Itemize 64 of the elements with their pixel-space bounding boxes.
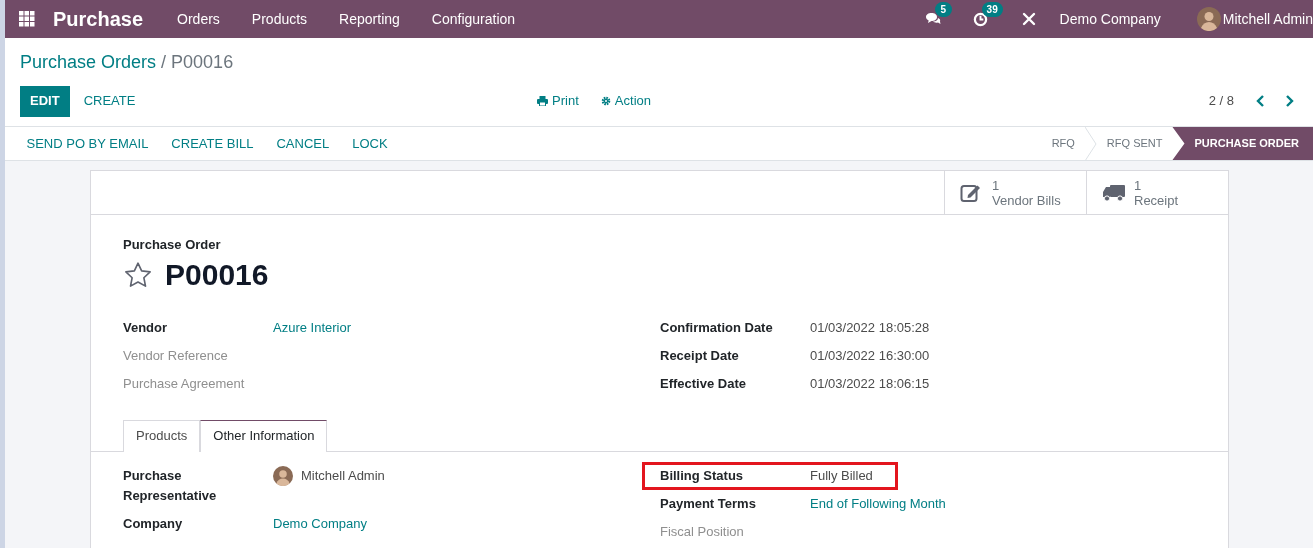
smart-button[interactable]: 1 Vendor Bills <box>944 171 1086 214</box>
field-label: Billing Status <box>660 466 745 485</box>
printer-icon <box>537 96 549 106</box>
field-label: Confirmation Date <box>660 318 774 337</box>
smart-button-count: 1 <box>992 177 1001 193</box>
statusbar-button[interactable]: CANCEL <box>265 127 341 160</box>
notebook-tab[interactable]: Products <box>123 419 201 452</box>
field-value-link[interactable]: Demo Company <box>273 513 367 534</box>
apps-menu-icon[interactable] <box>19 11 35 27</box>
gear-icon <box>600 96 611 106</box>
menu-item[interactable]: Products <box>235 8 324 30</box>
field-label: Vendor <box>123 318 169 337</box>
breadcrumb-link[interactable]: Purchase Orders <box>20 49 157 76</box>
field-label: Receipt Date <box>660 346 740 365</box>
field-value: 01/03/2022 16:30:00 <box>810 346 930 365</box>
company-switcher[interactable]: Demo Company <box>1059 8 1161 30</box>
field-label: Effective Date <box>660 374 747 393</box>
statusbar-button[interactable]: CREATE BILL <box>159 127 265 160</box>
smart-button[interactable]: 1 Receipt <box>1086 171 1228 214</box>
pager-counter: 2 / 8 <box>1208 92 1234 111</box>
field-value-link[interactable]: Azure Interior <box>273 317 352 338</box>
smart-button-label: Vendor Bills <box>992 192 1061 208</box>
smart-button-count: 1 <box>1134 177 1143 193</box>
field-value: 01/03/2022 18:05:28 <box>810 318 930 337</box>
notebook-tab[interactable]: Other Information <box>200 419 328 452</box>
breadcrumb-current: P00016 <box>171 51 234 74</box>
field-label: Purchase Representative <box>123 466 218 505</box>
app-name[interactable]: Purchase <box>53 4 144 34</box>
user-name[interactable]: Mitchell Admin <box>301 465 385 486</box>
avatar-icon <box>1196 7 1221 31</box>
next-icon[interactable] <box>1284 95 1294 107</box>
menu-item[interactable]: Orders <box>161 8 236 30</box>
create-button[interactable]: CREATE <box>69 85 150 117</box>
star-icon[interactable] <box>123 259 153 290</box>
clock-icon[interactable] <box>972 11 988 27</box>
action-button[interactable]: Action <box>600 91 651 111</box>
print-button[interactable]: Print <box>537 91 579 111</box>
field-label: Payment Terms <box>660 494 757 513</box>
field-label: Vendor Reference <box>123 346 229 365</box>
smart-button-label: Receipt <box>1134 192 1179 208</box>
field-value-link[interactable]: End of Following Month <box>810 493 946 514</box>
breadcrumb-separator: / <box>161 51 167 74</box>
menu-item[interactable]: Configuration <box>415 8 532 30</box>
status-stage[interactable]: RFQ <box>1041 127 1085 160</box>
count-badge: 39 <box>981 1 1003 17</box>
field-label: Fiscal Position <box>660 522 745 541</box>
statusbar-button[interactable]: SEND PO BY EMAIL <box>15 127 160 160</box>
previous-icon[interactable] <box>1256 95 1266 107</box>
field-label: Purchase Agreement <box>123 374 246 393</box>
order-number: P00016 <box>165 256 269 293</box>
avatar-icon <box>273 465 293 486</box>
field-label: Company <box>123 514 184 533</box>
edit-button[interactable]: EDIT <box>20 85 70 117</box>
status-stage[interactable]: RFQ SENT <box>1096 127 1173 160</box>
user-menu[interactable]: Mitchell Admin <box>1222 8 1313 30</box>
menu-item[interactable]: Reporting <box>323 8 416 30</box>
field-value: Fully Billed <box>810 466 873 485</box>
truck-icon <box>1102 182 1126 203</box>
statusbar-button[interactable]: LOCK <box>340 127 400 160</box>
count-badge: 5 <box>934 2 953 17</box>
form-subtitle: Purchase Order <box>123 236 222 254</box>
status-stage[interactable]: PURCHASE ORDER <box>1172 127 1313 160</box>
chat-icon[interactable] <box>924 12 941 26</box>
field-value: 01/03/2022 18:06:15 <box>810 374 930 393</box>
